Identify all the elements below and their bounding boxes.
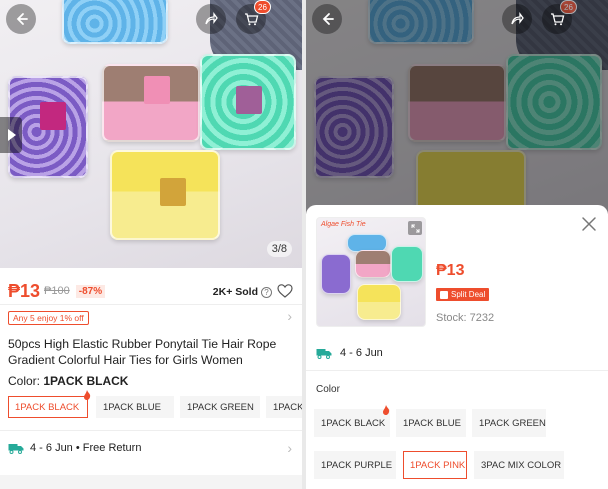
blue-hair-tie-pack <box>62 0 168 44</box>
divider <box>306 370 608 371</box>
split-deal-badge: Split Deal <box>436 288 490 301</box>
help-icon[interactable]: ? <box>261 286 272 298</box>
variant-selection-screen: 26 Algae Fish Tie ₱13 Split Deal Stock: … <box>306 0 608 489</box>
play-icon <box>8 129 16 141</box>
thumb-purple-pack <box>321 254 351 294</box>
variant-bottom-sheet: Algae Fish Tie ₱13 Split Deal Stock: 723… <box>306 205 608 489</box>
product-image-carousel[interactable]: 26 3/8 <box>0 0 302 268</box>
back-button[interactable] <box>312 4 342 34</box>
chevron-right-icon[interactable]: › <box>287 308 292 324</box>
heart-icon[interactable] <box>277 283 293 299</box>
share-icon <box>511 12 524 25</box>
mint-hair-tie-pack <box>200 54 296 150</box>
divider <box>0 430 302 431</box>
product-image-dimmed: 26 <box>306 0 608 214</box>
cart-count-badge: 26 <box>560 0 577 14</box>
cart-count-badge: 26 <box>254 0 271 14</box>
sheet-color-label: Color <box>316 384 340 395</box>
color-label-text: Color: <box>8 374 41 388</box>
share-button[interactable] <box>196 4 226 34</box>
promo-tag[interactable]: Any 5 enjoy 1% off <box>8 311 89 325</box>
variant-chip-1pack-purple[interactable]: 1PACK P <box>266 396 302 418</box>
share-icon <box>205 12 218 25</box>
split-deal-text: Split Deal <box>451 290 486 299</box>
share-button[interactable] <box>502 4 532 34</box>
variant-option-1pack-green[interactable]: 1PACK GREEN <box>472 409 546 437</box>
variant-chip-row: 1PACK BLACK 1PACK BLUE 1PACK GREEN 1PACK… <box>8 390 302 418</box>
sold-count-text: 2K+ Sold <box>212 286 258 298</box>
flame-icon <box>383 405 390 415</box>
thumbnail-watermark: Algae Fish Tie <box>321 221 366 228</box>
color-selected-value: 1PACK BLACK <box>43 374 129 388</box>
variant-option-1pack-pink[interactable]: 1PACK PINK <box>403 451 467 479</box>
variant-option-1pack-blue[interactable]: 1PACK BLUE <box>396 409 466 437</box>
bottom-spacer <box>0 475 302 489</box>
discount-badge: -87% <box>75 284 106 298</box>
variant-chip-1pack-blue[interactable]: 1PACK BLUE <box>96 396 174 418</box>
sheet-price: ₱13 <box>436 262 465 279</box>
deal-icon <box>440 290 448 299</box>
variant-option-3pac-mix-color[interactable]: 3PAC MIX COLOR <box>474 451 564 479</box>
variant-option-1pack-purple[interactable]: 1PACK PURPLE <box>314 451 396 479</box>
product-title: 50pcs High Elastic Rubber Ponytail Tie H… <box>8 337 277 367</box>
divider <box>0 304 302 305</box>
back-arrow-icon <box>16 13 28 25</box>
screenshot-stage: 26 3/8 ₱13 ₱100 -87% 2K+ Sold ? Any 5 en… <box>0 0 608 489</box>
color-selection-label: Color: 1PACK BLACK <box>8 374 128 388</box>
brown-pink-hair-tie-pack <box>102 64 200 142</box>
truck-icon <box>316 348 332 359</box>
cart-icon <box>244 13 258 26</box>
image-counter: 3/8 <box>266 241 292 257</box>
flame-icon <box>84 390 91 400</box>
product-page: 26 3/8 ₱13 ₱100 -87% 2K+ Sold ? Any 5 en… <box>0 0 302 489</box>
shipping-row[interactable]: 4 - 6 Jun • Free Return <box>8 442 141 454</box>
back-button[interactable] <box>6 4 36 34</box>
original-price: ₱100 <box>44 285 70 297</box>
variant-thumbnail[interactable]: Algae Fish Tie <box>316 217 426 327</box>
shipping-text: 4 - 6 Jun • Free Return <box>30 442 142 454</box>
variant-chip-1pack-black[interactable]: 1PACK BLACK <box>8 396 88 418</box>
thumb-yellow-pack <box>357 284 401 320</box>
sold-count: 2K+ Sold ? <box>213 286 272 298</box>
truck-icon <box>8 443 24 454</box>
close-icon[interactable] <box>580 215 598 233</box>
yellow-hair-tie-pack <box>110 150 220 240</box>
play-video-button[interactable] <box>0 117 22 153</box>
thumb-mint-pack <box>391 246 423 282</box>
thumb-pink-pack <box>355 250 391 278</box>
expand-arrows-icon <box>411 224 419 232</box>
stock-count: Stock: 7232 <box>436 312 495 324</box>
sheet-shipping-row: 4 - 6 Jun <box>316 347 383 359</box>
sheet-shipping-text: 4 - 6 Jun <box>340 347 383 359</box>
variant-option-1pack-black[interactable]: 1PACK BLACK <box>314 409 390 437</box>
variant-chip-1pack-green[interactable]: 1PACK GREEN <box>180 396 260 418</box>
cart-icon <box>550 13 564 26</box>
chevron-right-icon[interactable]: › <box>287 440 292 456</box>
current-price: ₱13 <box>8 280 41 301</box>
expand-icon[interactable] <box>408 221 422 235</box>
back-arrow-icon <box>322 13 334 25</box>
